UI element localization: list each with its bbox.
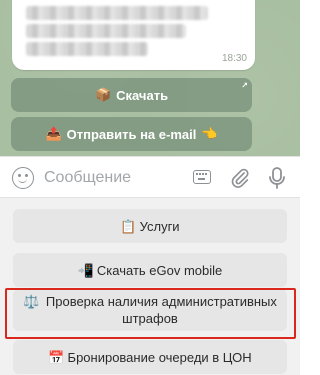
send-email-button-label: Отправить на e-mail xyxy=(66,126,197,142)
services-button[interactable]: 📋 Услуги xyxy=(13,209,287,243)
message-input-bar xyxy=(0,156,300,198)
check-fines-button[interactable]: ⚖️ Проверка наличия административных штр… xyxy=(13,289,287,331)
redacted-text xyxy=(26,24,186,38)
message-input[interactable] xyxy=(44,167,174,189)
clipboard-icon: 📋 xyxy=(120,218,137,234)
emoji-smile-icon[interactable] xyxy=(12,167,34,189)
send-email-button[interactable]: 📤 Отправить на e-mail 👈 xyxy=(11,117,252,151)
arrow-up-right-icon: ↗ xyxy=(241,81,248,90)
download-egov-mobile-label: Скачать eGov mobile xyxy=(96,262,223,278)
book-queue-label: Бронирование очереди в ЦОН xyxy=(67,349,252,365)
mobile-phone-arrow-icon: 📲 xyxy=(77,262,94,278)
check-fines-label: ⚖️ Проверка наличия административных штр… xyxy=(23,293,277,327)
download-button-label: Скачать xyxy=(116,87,169,103)
redacted-text xyxy=(26,6,208,20)
download-egov-mobile-button[interactable]: 📲 Скачать eGov mobile xyxy=(13,253,287,287)
microphone-icon[interactable] xyxy=(267,166,287,190)
outbox-tray-icon: 📤 xyxy=(45,126,62,141)
message-time: 18:30 xyxy=(221,53,247,64)
bot-keyboard-icon[interactable] xyxy=(193,170,211,184)
check-fines-text: Проверка наличия административных штрафо… xyxy=(45,294,277,326)
bot-reply-keyboard: 📋 Услуги 📲 Скачать eGov mobile ⚖️ Провер… xyxy=(0,198,300,375)
paperclip-icon[interactable] xyxy=(229,166,251,190)
services-button-label: Услуги xyxy=(139,218,180,234)
chat-area: 18:30 📦 Скачать ↗ 📤 Отправить на e-mail … xyxy=(0,0,300,156)
calendar-icon: 📅 xyxy=(48,349,65,365)
book-queue-button[interactable]: 📅 Бронирование очереди в ЦОН xyxy=(13,340,287,374)
scales-icon: ⚖️ xyxy=(23,294,40,309)
redacted-text xyxy=(26,42,148,56)
message-bubble: 18:30 xyxy=(12,0,255,70)
download-button[interactable]: 📦 Скачать ↗ xyxy=(11,78,252,112)
package-icon: 📦 xyxy=(94,87,112,102)
pointing-left-icon: 👈 xyxy=(201,126,218,141)
